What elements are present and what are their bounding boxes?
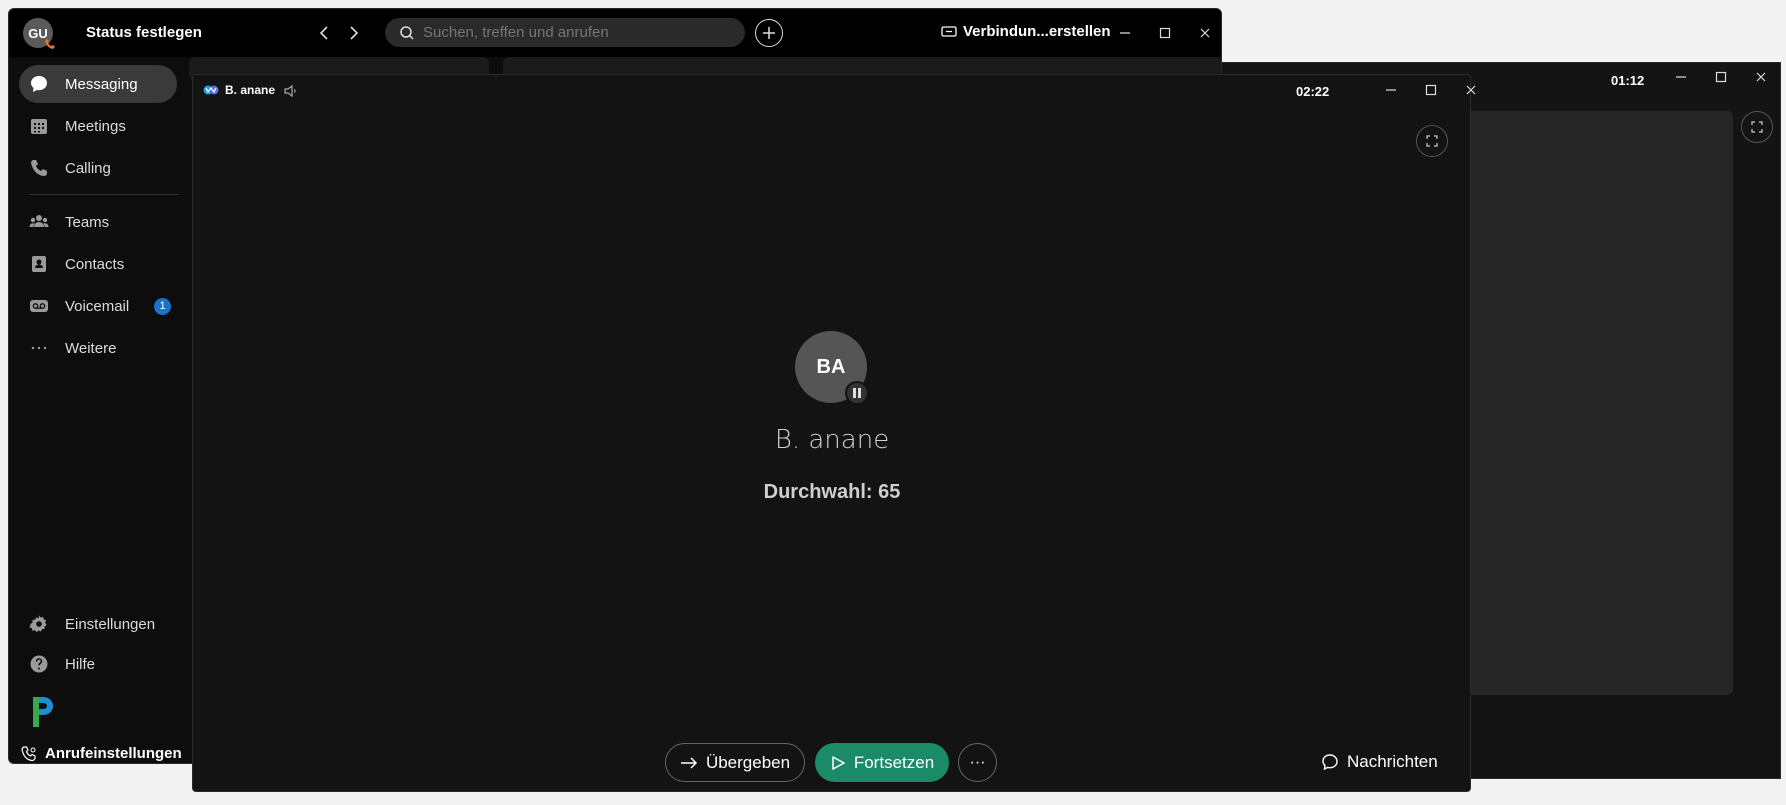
close-icon [1466,85,1476,95]
more-options-icon: ··· [969,753,986,771]
sidebar: Messaging Meetings Calling Teams Contact… [9,57,182,763]
webex-logo-icon [203,85,219,95]
back-fullscreen-button[interactable] [1741,111,1773,143]
close-button[interactable] [1451,75,1491,105]
back-window-timer: 01:12 [1611,73,1645,88]
minimize-icon [1386,89,1396,91]
people-icon [29,215,49,227]
connect-label: Verbindun...erstellen [963,23,1111,40]
call-window-title: B. anane [203,83,275,97]
call-timer: 02:22 [1296,84,1330,99]
title-bar: GU Status festlegen Verbindun...erstelle… [9,9,1221,57]
sidebar-item-calling[interactable]: Calling [19,149,177,187]
phone-settings-icon [21,745,36,761]
resume-button[interactable]: Fortsetzen [815,743,949,782]
minimize-icon [1676,76,1686,78]
call-window: B. anane 02:22 BA B. anane Durchwahl: 65… [192,74,1476,792]
fullscreen-icon [1751,121,1763,133]
gear-icon [29,615,47,633]
help-icon [30,655,48,673]
device-icon [941,25,957,37]
caller-name: B. anane [774,425,890,455]
sidebar-item-help[interactable]: Hilfe [19,645,177,683]
close-icon [1756,72,1766,82]
sidebar-item-settings[interactable]: Einstellungen [19,605,177,643]
chevron-right-icon[interactable] [344,23,364,43]
transfer-button[interactable]: Übergeben [665,743,805,782]
sidebar-item-label: Weitere [65,339,117,357]
minimize-button[interactable] [1371,75,1411,105]
sidebar-item-label: Meetings [65,117,126,135]
connect-device-button[interactable]: Verbindun...erstellen [941,23,1111,40]
sidebar-item-label: Hilfe [65,655,96,673]
messages-label: Nachrichten [1347,752,1438,771]
sidebar-item-contacts[interactable]: Contacts [19,245,177,283]
maximize-icon [1715,71,1727,83]
more-horizontal-icon [31,346,47,350]
sidebar-divider [29,194,179,195]
speaker-icon[interactable] [283,83,299,99]
sidebar-item-label: Voicemail [65,297,130,315]
chat-bubble-icon [31,76,47,92]
search-icon [400,25,414,40]
maximize-icon [1159,27,1171,39]
sidebar-item-more[interactable]: Weitere [19,329,177,367]
minimize-icon [1120,32,1130,34]
pause-icon [853,388,861,398]
fullscreen-button[interactable] [1416,125,1448,157]
phone-icon [31,160,47,176]
call-window-title-text: B. anane [225,83,276,97]
search-bar[interactable] [385,18,745,47]
sidebar-item-label: Messaging [65,75,138,93]
fullscreen-icon [1426,135,1438,147]
voicemail-icon [30,300,48,312]
phone-status-icon [45,39,55,49]
maximize-button[interactable] [1411,75,1451,105]
plus-icon [763,27,775,39]
chat-bubble-icon [1322,754,1338,771]
call-settings-button[interactable]: Anrufeinstellungen [21,745,182,762]
contacts-icon [32,256,46,272]
caller-avatar: BA [795,331,869,405]
transfer-label: Übergeben [705,752,791,772]
caller-avatar-initials: BA [816,355,846,378]
play-icon [832,755,845,770]
maximize-button[interactable] [1145,18,1185,48]
minimize-button[interactable] [1661,62,1701,92]
chevron-left-icon[interactable] [314,23,334,43]
sidebar-item-label: Teams [65,213,110,231]
search-input[interactable] [423,24,723,41]
add-button[interactable] [755,19,783,47]
provider-logo [33,697,53,727]
caller-extension: Durchwahl: 65 [763,481,901,503]
messages-button[interactable]: Nachrichten [1321,752,1438,772]
on-hold-badge [845,381,869,405]
call-settings-label: Anrufeinstellungen [45,745,182,762]
maximize-icon [1425,84,1437,96]
set-status-button[interactable]: Status festlegen [86,24,202,41]
sidebar-item-meetings[interactable]: Meetings [19,107,177,145]
voicemail-count-badge: 1 [154,297,171,315]
sidebar-item-teams[interactable]: Teams [19,203,177,241]
calendar-icon [31,119,47,134]
arrow-right-icon [680,756,697,769]
sidebar-item-label: Calling [65,159,111,177]
close-button[interactable] [1185,18,1221,48]
back-window-controls [1661,62,1781,92]
close-icon [1200,28,1210,38]
back-video-panel [1461,111,1733,695]
resume-label: Fortsetzen [853,752,935,772]
sidebar-item-voicemail[interactable]: Voicemail 1 [19,287,177,325]
minimize-button[interactable] [1105,18,1145,48]
user-avatar[interactable]: GU [23,18,55,49]
close-button[interactable] [1741,62,1781,92]
main-window-controls [1105,18,1221,48]
more-options-button[interactable]: ··· [958,743,997,782]
sidebar-item-label: Einstellungen [65,615,156,633]
maximize-button[interactable] [1701,62,1741,92]
call-window-controls [1371,75,1491,105]
sidebar-item-label: Contacts [65,255,125,273]
sidebar-item-messaging[interactable]: Messaging [19,65,177,103]
